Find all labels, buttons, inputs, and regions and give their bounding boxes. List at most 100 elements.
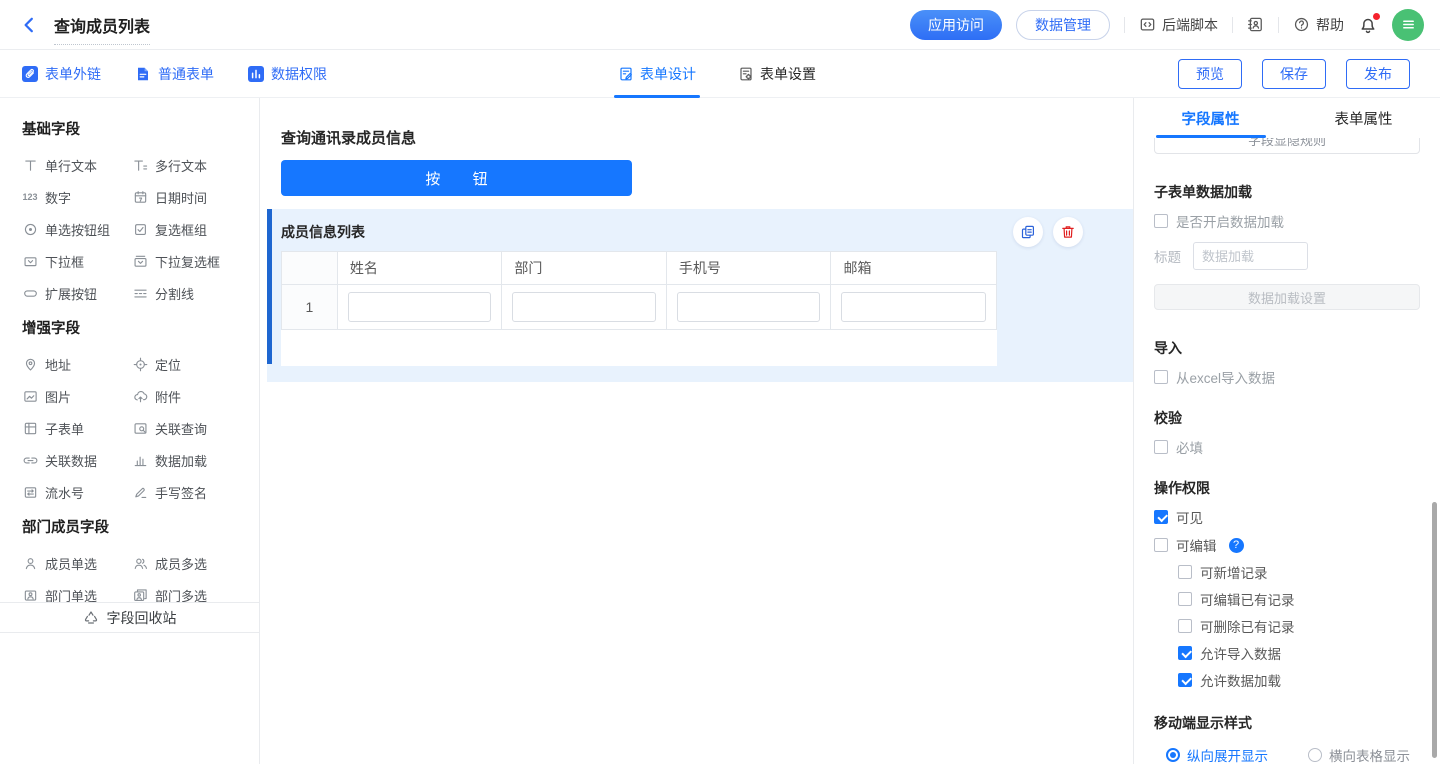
- cell-input-name[interactable]: [348, 292, 492, 322]
- column-header-dept: 部门: [502, 252, 667, 284]
- page-title[interactable]: 查询成员列表: [54, 13, 150, 45]
- field-item-multi-line-text[interactable]: 多行文本: [132, 149, 242, 181]
- radio-horizontal-table[interactable]: 横向表格显示: [1308, 745, 1410, 764]
- help-question-icon[interactable]: [1229, 538, 1244, 553]
- checkbox[interactable]: [1154, 440, 1168, 454]
- field-item-radio-group[interactable]: 单选按钮组: [22, 213, 132, 245]
- image-icon: [22, 389, 38, 404]
- cell-input-dept[interactable]: [512, 292, 656, 322]
- field-item-select[interactable]: 下拉框: [22, 245, 132, 277]
- field-item-attachment[interactable]: 附件: [132, 380, 242, 412]
- dept-multi-icon: [132, 588, 148, 603]
- notification-dot: [1373, 13, 1380, 20]
- top-header: 查询成员列表 应用访问 数据管理 后端脚本 帮助: [0, 0, 1440, 50]
- field-item-divider[interactable]: 分割线: [132, 277, 242, 309]
- field-item-linked-query[interactable]: 关联查询: [132, 412, 242, 444]
- save-button[interactable]: 保存: [1262, 59, 1326, 89]
- field-item-image[interactable]: 图片: [22, 380, 132, 412]
- field-item-single-line-text[interactable]: 单行文本: [22, 149, 132, 181]
- perm-allow-import-row[interactable]: 允许导入数据: [1178, 644, 1420, 662]
- field-item-data-load[interactable]: 数据加载: [132, 444, 242, 476]
- form-external-link[interactable]: 表单外链: [22, 64, 101, 84]
- number-icon: 123: [22, 192, 38, 202]
- field-recycle-bin[interactable]: 字段回收站: [0, 602, 259, 633]
- backend-script-button[interactable]: 后端脚本: [1139, 15, 1218, 35]
- data-permission-link[interactable]: 数据权限: [248, 64, 327, 84]
- perm-edit-record-row[interactable]: 可编辑已有记录: [1178, 590, 1420, 608]
- checkbox[interactable]: [1178, 565, 1192, 579]
- enable-data-load-row[interactable]: 是否开启数据加载: [1154, 212, 1420, 230]
- checkbox[interactable]: [1178, 646, 1192, 660]
- contacts-button[interactable]: [1247, 16, 1264, 33]
- checkbox[interactable]: [1178, 592, 1192, 606]
- tab-form-design-label: 表单设计: [640, 64, 696, 84]
- app-access-button[interactable]: 应用访问: [910, 10, 1002, 40]
- field-item-location[interactable]: 定位: [132, 348, 242, 380]
- field-item-datetime[interactable]: 日期时间: [132, 181, 242, 213]
- data-load-settings-button[interactable]: 数据加载设置: [1154, 284, 1420, 310]
- preview-button[interactable]: 预览: [1178, 59, 1242, 89]
- field-item-extend-button[interactable]: 扩展按钮: [22, 277, 132, 309]
- cell-input-email[interactable]: [841, 292, 986, 322]
- field-item-serial-number[interactable]: 流水号: [22, 476, 132, 508]
- tab-form-design[interactable]: 表单设计: [618, 50, 696, 98]
- data-load-title-input[interactable]: [1193, 242, 1308, 270]
- normal-form-link[interactable]: 普通表单: [135, 64, 214, 84]
- member-multi-icon: [132, 556, 148, 571]
- field-item-member-single[interactable]: 成员单选: [22, 547, 132, 579]
- checkbox[interactable]: [1154, 370, 1168, 384]
- perm-visible-row[interactable]: 可见: [1154, 508, 1420, 526]
- checkbox[interactable]: [1178, 673, 1192, 687]
- field-item-signature[interactable]: 手写签名: [132, 476, 242, 508]
- section-title-member-fields: 部门成员字段: [22, 516, 259, 537]
- attachment-icon: [132, 389, 148, 404]
- required-row[interactable]: 必填: [1154, 438, 1420, 456]
- copy-field-button[interactable]: [1013, 217, 1043, 247]
- section-title-enhanced-fields: 增强字段: [22, 317, 259, 338]
- divider: [1278, 17, 1279, 33]
- properties-scroll-area: 字段显隐规则 子表单数据加载 是否开启数据加载 标题 数据加载设置 导入 从ex…: [1134, 138, 1440, 764]
- properties-panel: 字段属性 表单属性 字段显隐规则 子表单数据加载 是否开启数据加载 标题 数据加…: [1133, 98, 1440, 764]
- subform-table: 姓名 部门 手机号 邮箱 1: [281, 251, 997, 330]
- field-visibility-rules-button[interactable]: 字段显隐规则: [1154, 138, 1420, 154]
- perm-add-record-row[interactable]: 可新增记录: [1178, 563, 1420, 581]
- radio-icon[interactable]: [1166, 748, 1180, 762]
- radio-icon[interactable]: [1308, 748, 1322, 762]
- form-button-field[interactable]: 按 钮: [281, 160, 632, 196]
- checkbox[interactable]: [1154, 538, 1168, 552]
- perm-editable-row[interactable]: 可编辑: [1154, 536, 1420, 554]
- location-icon: [132, 357, 148, 372]
- form-link-icon: [22, 66, 38, 82]
- tab-field-properties[interactable]: 字段属性: [1134, 98, 1287, 138]
- perm-delete-record-row[interactable]: 可删除已有记录: [1178, 617, 1420, 635]
- field-item-checkbox-group[interactable]: 复选框组: [132, 213, 242, 245]
- perm-allow-data-load-row[interactable]: 允许数据加载: [1178, 671, 1420, 689]
- field-item-multi-select[interactable]: 下拉复选框: [132, 245, 242, 277]
- form-title[interactable]: 查询通讯录成员信息: [281, 127, 1133, 148]
- checkbox[interactable]: [1154, 214, 1168, 228]
- column-header-phone: 手机号: [667, 252, 832, 284]
- cell-input-phone[interactable]: [677, 292, 821, 322]
- tab-form-properties[interactable]: 表单属性: [1287, 98, 1440, 138]
- delete-field-button[interactable]: [1053, 217, 1083, 247]
- notification-bell[interactable]: [1358, 15, 1378, 35]
- checkbox[interactable]: [1178, 619, 1192, 633]
- user-avatar[interactable]: [1392, 9, 1424, 41]
- back-button[interactable]: [20, 16, 38, 34]
- subform-field-selected[interactable]: 成员信息列表 姓名 部门 手机号 邮箱 1: [267, 209, 1133, 382]
- excel-import-row[interactable]: 从excel导入数据: [1154, 368, 1420, 386]
- field-item-address[interactable]: 地址: [22, 348, 132, 380]
- field-item-linked-data[interactable]: 关联数据: [22, 444, 132, 476]
- radio-vertical-expand[interactable]: 纵向展开显示: [1166, 745, 1268, 764]
- field-item-number[interactable]: 123数字: [22, 181, 132, 213]
- divider: [1124, 17, 1125, 33]
- checkbox[interactable]: [1154, 510, 1168, 524]
- data-manage-button[interactable]: 数据管理: [1016, 10, 1110, 40]
- panel-scrollbar[interactable]: [1432, 502, 1437, 758]
- multi-select-icon: [132, 254, 148, 269]
- field-item-subform[interactable]: 子表单: [22, 412, 132, 444]
- publish-button[interactable]: 发布: [1346, 59, 1410, 89]
- field-item-member-multi[interactable]: 成员多选: [132, 547, 242, 579]
- tab-form-settings[interactable]: 表单设置: [738, 50, 816, 98]
- help-button[interactable]: 帮助: [1293, 15, 1344, 35]
